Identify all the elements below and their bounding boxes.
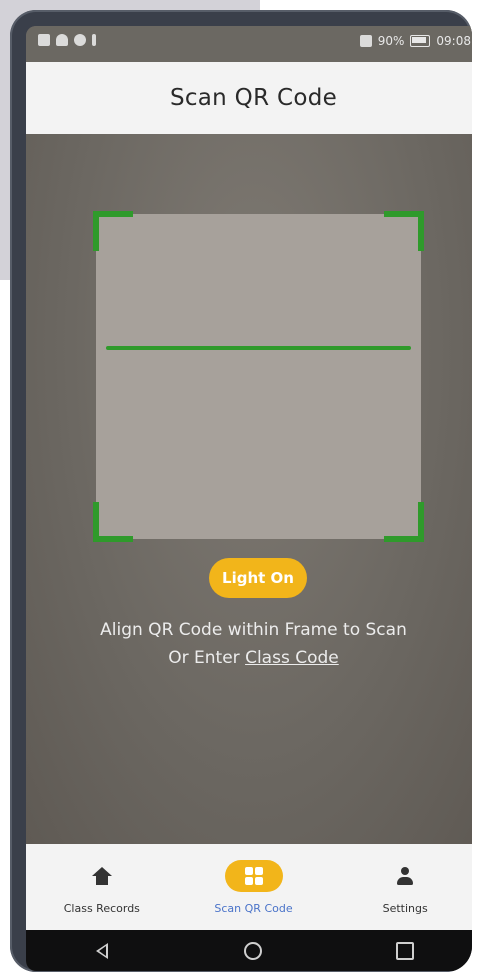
- home-circle-icon: [244, 941, 263, 960]
- nav-item-scan-qr-code[interactable]: Scan QR Code: [178, 844, 330, 930]
- frame-corner-top-left: [93, 211, 133, 251]
- nav-item-settings[interactable]: Settings: [329, 844, 472, 930]
- nav-label-settings: Settings: [382, 901, 428, 915]
- instruction-prefix: Or Enter: [168, 648, 246, 668]
- sync-icon: [74, 34, 86, 46]
- notification-icon: [38, 34, 50, 46]
- sim-icon: [359, 35, 372, 47]
- status-right-info: 90% 09:08: [359, 34, 471, 48]
- status-bar: 90% 09:08: [26, 26, 472, 62]
- wifi-icon: [56, 34, 68, 46]
- status-left-icons: [38, 34, 96, 46]
- class-code-link[interactable]: Class Code: [245, 648, 339, 668]
- scan-frame: [93, 211, 424, 542]
- light-on-button[interactable]: Light On: [209, 558, 307, 598]
- phone-frame: 90% 09:08 Scan QR Code Light On Align QR…: [10, 10, 472, 972]
- back-triangle-icon: [95, 942, 108, 959]
- clock: 09:08: [436, 34, 471, 48]
- nav-label-scan-qr-code: Scan QR Code: [214, 901, 293, 915]
- nav-icon-container: [73, 860, 131, 892]
- app-screen: 90% 09:08 Scan QR Code Light On Align QR…: [26, 26, 472, 971]
- recents-square-icon: [396, 941, 415, 960]
- home-icon: [91, 866, 112, 885]
- app-header: Scan QR Code: [26, 62, 472, 134]
- frame-corner-bottom-right: [384, 502, 424, 542]
- system-back-button[interactable]: [90, 939, 114, 963]
- frame-corner-bottom-left: [93, 502, 133, 542]
- person-icon: [396, 866, 414, 885]
- system-navigation-bar: [26, 930, 472, 971]
- system-home-button[interactable]: [241, 939, 265, 963]
- nav-label-class-records: Class Records: [63, 901, 140, 915]
- instruction-line-1: Align QR Code within Frame to Scan: [100, 620, 407, 640]
- system-recents-button[interactable]: [393, 939, 417, 963]
- nav-item-class-records[interactable]: Class Records: [26, 844, 178, 930]
- battery-icon: [410, 35, 431, 47]
- page-title: Scan QR Code: [169, 85, 338, 111]
- scan-instructions: Align QR Code within Frame to Scan Or En…: [46, 616, 461, 672]
- camera-preview: Light On Align QR Code within Frame to S…: [26, 134, 472, 844]
- alert-icon: [92, 34, 96, 46]
- qr-code-icon: [244, 866, 263, 885]
- instruction-line-2: Or Enter Class Code: [46, 644, 461, 672]
- nav-icon-container-active: [224, 859, 283, 892]
- nav-icon-container: [376, 860, 434, 892]
- battery-text: 90%: [377, 34, 405, 48]
- frame-corner-top-right: [384, 211, 424, 251]
- bottom-navigation: Class Records Scan QR Code Settings: [26, 844, 472, 930]
- scan-line: [106, 346, 411, 350]
